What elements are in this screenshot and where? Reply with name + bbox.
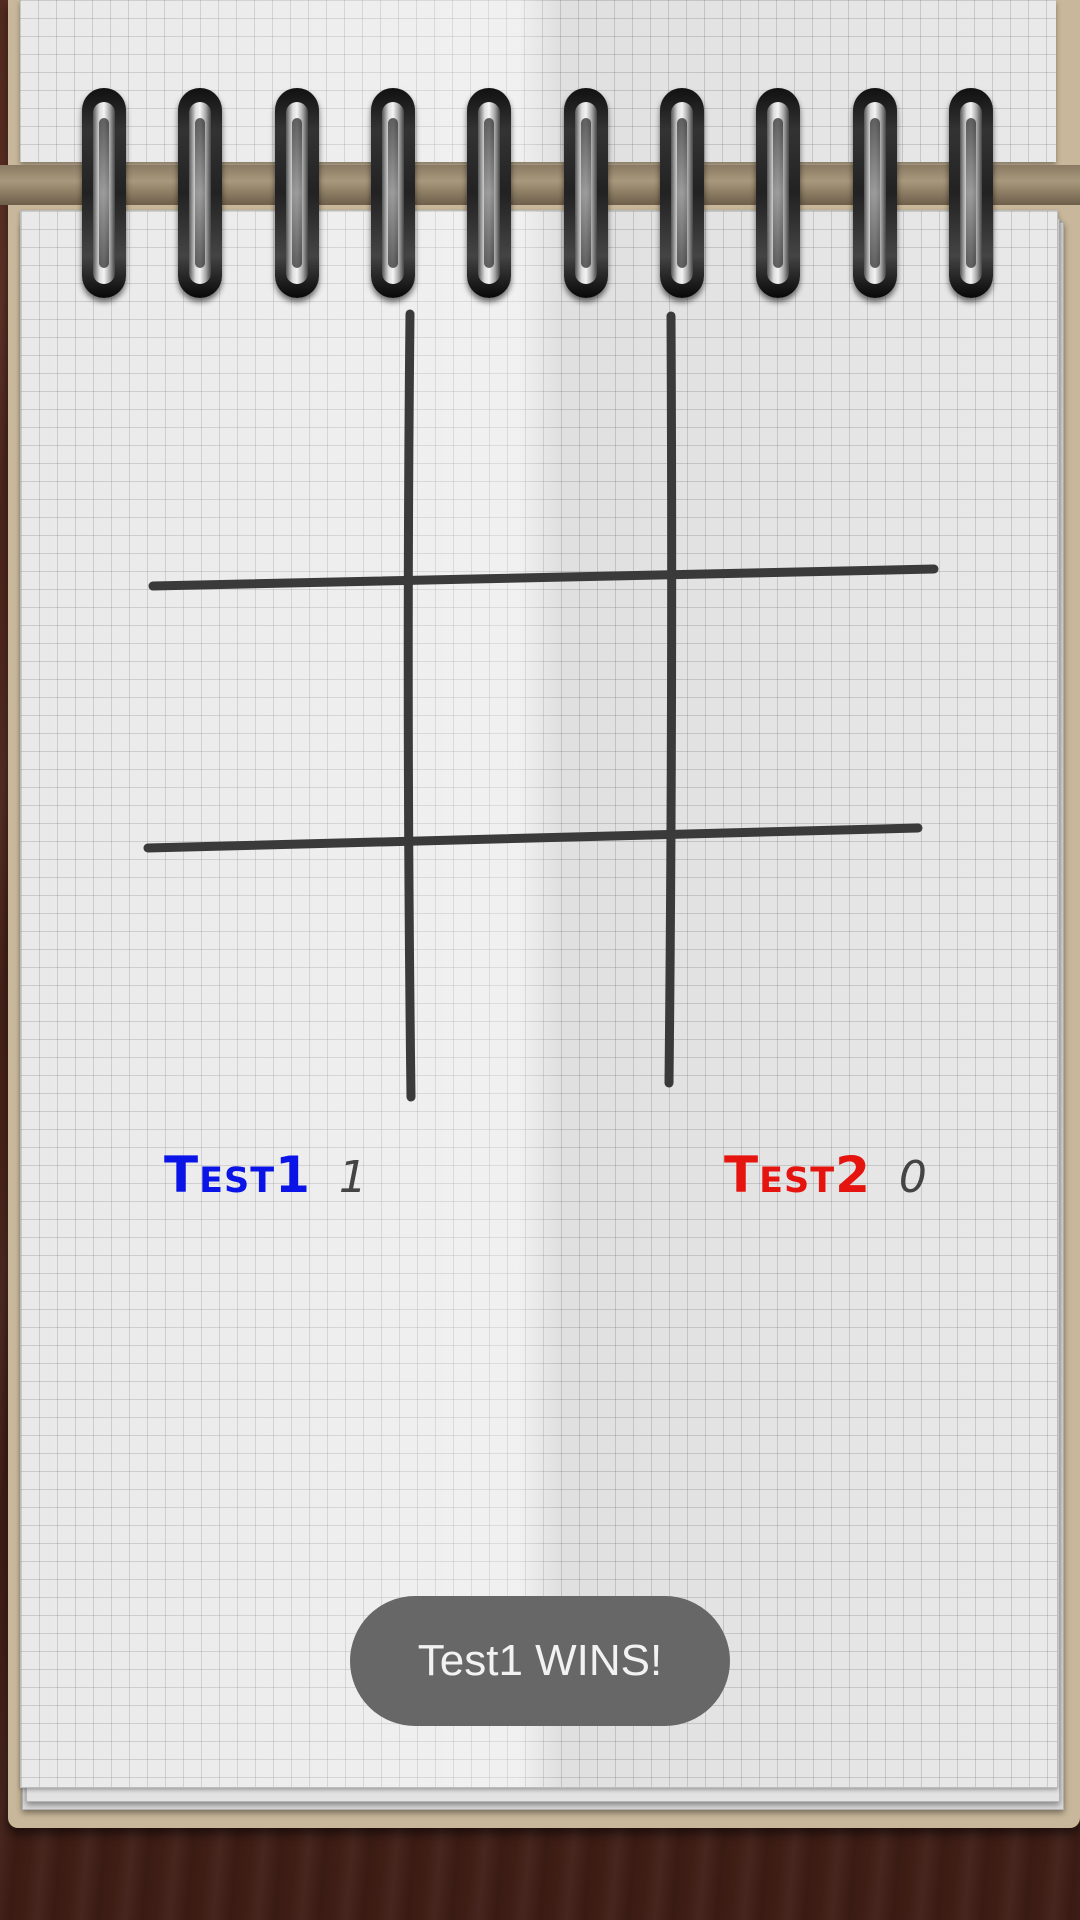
winner-toast-message: Test1 WINS! (417, 1636, 663, 1685)
board-cell[interactable] (414, 850, 667, 1092)
spiral-ring-icon (82, 88, 126, 298)
board-cell[interactable] (150, 315, 406, 580)
spiral-ring-icon (660, 88, 704, 298)
board-cell[interactable] (675, 578, 935, 826)
player-two-name: Test2 (724, 1146, 871, 1204)
spiral-ring-icon (275, 88, 319, 298)
spiral-ring-icon (564, 88, 608, 298)
board-cell[interactable] (150, 854, 406, 1096)
player-one-score-panel: Test1 1 (164, 1120, 367, 1200)
player-two-score-panel: Test2 0 (724, 1120, 927, 1200)
spiral-ring-icon (467, 88, 511, 298)
player-one-name: Test1 (164, 1146, 311, 1204)
spiral-ring-icon (949, 88, 993, 298)
spiral-ring-icon (853, 88, 897, 298)
spiral-ring-icon (178, 88, 222, 298)
spiral-ring-icon (371, 88, 415, 298)
notebook-top-page (20, 0, 1056, 162)
player-two-score: 0 (898, 1152, 927, 1203)
winner-toast: Test1 WINS! (350, 1596, 730, 1726)
board-cell[interactable] (675, 315, 935, 567)
board-cell[interactable] (150, 592, 406, 844)
spiral-ring-icon (756, 88, 800, 298)
board-cell[interactable] (414, 315, 667, 577)
board-cell[interactable] (675, 840, 935, 1084)
player-one-score: 1 (338, 1152, 367, 1203)
board-cell[interactable] (414, 588, 667, 838)
notebook-binding-strip (0, 165, 1080, 205)
